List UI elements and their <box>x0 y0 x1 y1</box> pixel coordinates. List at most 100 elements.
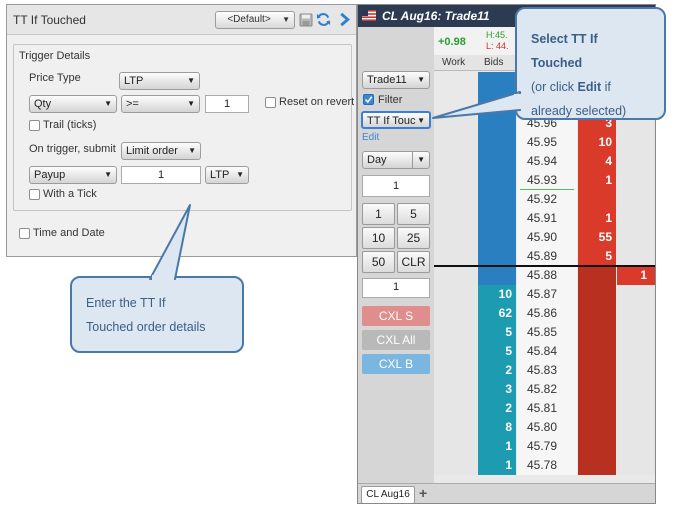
bid-cell[interactable] <box>478 209 516 228</box>
price-type-dropdown[interactable]: LTP ▼ <box>119 72 200 90</box>
qty-threshold-input[interactable]: 1 <box>205 95 249 113</box>
bid-cell[interactable] <box>478 266 516 285</box>
work-cell[interactable] <box>434 247 477 266</box>
bid-cell[interactable]: 5 <box>478 323 516 342</box>
bid-cell[interactable]: 1 <box>478 437 516 456</box>
ask-cell[interactable] <box>578 285 616 304</box>
quantity-input[interactable]: 1 <box>362 175 430 197</box>
ask-cell[interactable] <box>578 437 616 456</box>
chevron-right-icon[interactable] <box>338 12 352 27</box>
save-icon[interactable] <box>299 13 313 27</box>
bid-cell[interactable] <box>478 228 516 247</box>
work-cell[interactable] <box>434 285 477 304</box>
bid-cell[interactable]: 62 <box>478 304 516 323</box>
ladder-row: 1 45.78 <box>434 456 655 475</box>
work-cell[interactable] <box>434 209 477 228</box>
trail-checkbox[interactable] <box>29 120 40 131</box>
payup-qty-input[interactable]: 1 <box>121 166 201 184</box>
payup-dropdown[interactable]: Payup ▼ <box>29 166 117 184</box>
work-cell[interactable] <box>434 342 477 361</box>
col-header-work: Work <box>442 57 466 68</box>
payup-ref-dropdown[interactable]: LTP ▼ <box>205 166 249 184</box>
work-cell[interactable] <box>434 304 477 323</box>
ask-cell[interactable] <box>578 304 616 323</box>
work-cell[interactable] <box>434 418 477 437</box>
ask-cell[interactable] <box>578 361 616 380</box>
tif-dropdown[interactable]: Day ▼ <box>362 151 430 169</box>
last-traded-cell <box>617 285 655 304</box>
quantity-input-2[interactable]: 1 <box>362 278 430 298</box>
ask-cell[interactable] <box>578 266 616 285</box>
work-cell[interactable] <box>434 437 477 456</box>
bid-cell[interactable] <box>478 133 516 152</box>
ask-cell[interactable] <box>578 456 616 475</box>
ask-cell[interactable]: 1 <box>578 171 616 190</box>
work-cell[interactable] <box>434 266 477 285</box>
filter-checkbox[interactable] <box>363 94 374 105</box>
bid-cell[interactable]: 2 <box>478 361 516 380</box>
ask-cell[interactable] <box>578 342 616 361</box>
ask-cell[interactable] <box>578 190 616 209</box>
work-cell[interactable] <box>434 190 477 209</box>
bid-cell[interactable]: 10 <box>478 285 516 304</box>
qty-button-50[interactable]: 50 <box>362 251 395 273</box>
ask-cell[interactable]: 55 <box>578 228 616 247</box>
bid-cell[interactable] <box>478 190 516 209</box>
qty-dropdown[interactable]: Qty ▼ <box>29 95 117 113</box>
bid-cell[interactable] <box>478 114 516 133</box>
qty-button-5[interactable]: 5 <box>397 203 430 225</box>
work-cell[interactable] <box>434 323 477 342</box>
ask-cell[interactable] <box>578 323 616 342</box>
with-tick-checkbox[interactable] <box>29 189 40 200</box>
operator-dropdown[interactable]: >= ▼ <box>121 95 200 113</box>
cancel-sells-button[interactable]: CXL S <box>362 306 430 326</box>
qty-button-1[interactable]: 1 <box>362 203 395 225</box>
account-dropdown[interactable]: Trade11 ▼ <box>362 71 430 89</box>
qty-button-10[interactable]: 10 <box>362 227 395 249</box>
qty-button-25[interactable]: 25 <box>397 227 430 249</box>
last-traded-cell <box>617 399 655 418</box>
work-cell[interactable] <box>434 361 477 380</box>
on-trigger-dropdown[interactable]: Limit order ▼ <box>121 142 201 160</box>
price-type-label: Price Type <box>29 72 81 84</box>
bid-cell[interactable]: 3 <box>478 380 516 399</box>
bid-cell[interactable] <box>478 171 516 190</box>
add-tab-button[interactable]: + <box>419 485 427 501</box>
cancel-buys-button[interactable]: CXL B <box>362 354 430 374</box>
qty-clear-button[interactable]: CLR <box>397 251 430 273</box>
bid-cell[interactable]: 1 <box>478 456 516 475</box>
checkmark-icon <box>364 96 373 104</box>
work-cell[interactable] <box>434 380 477 399</box>
work-cell[interactable] <box>434 133 477 152</box>
bid-cell[interactable]: 2 <box>478 399 516 418</box>
work-cell[interactable] <box>434 399 477 418</box>
order-type-dropdown[interactable]: TT If Touc ▼ <box>361 111 431 129</box>
on-trigger-value: Limit order <box>126 145 178 157</box>
ask-cell[interactable]: 1 <box>578 209 616 228</box>
ask-cell[interactable]: 10 <box>578 133 616 152</box>
ask-cell[interactable]: 5 <box>578 247 616 266</box>
ask-cell[interactable] <box>578 399 616 418</box>
reset-on-revert-checkbox[interactable] <box>265 97 276 108</box>
refresh-icon[interactable] <box>316 12 331 27</box>
work-cell[interactable] <box>434 114 477 133</box>
bid-cell[interactable]: 8 <box>478 418 516 437</box>
chevron-down-icon: ▼ <box>412 152 425 168</box>
bid-cell[interactable]: 5 <box>478 342 516 361</box>
template-dropdown[interactable]: <Default> ▼ <box>215 11 295 29</box>
ask-cell[interactable] <box>578 380 616 399</box>
ask-cell[interactable] <box>578 418 616 437</box>
low-price: L: 44. <box>486 41 509 51</box>
work-cell[interactable] <box>434 171 477 190</box>
bid-cell[interactable] <box>478 247 516 266</box>
time-and-date-checkbox[interactable] <box>19 228 30 239</box>
work-cell[interactable] <box>434 456 477 475</box>
bid-cell[interactable] <box>478 152 516 171</box>
instrument-tab[interactable]: CL Aug16 <box>361 486 415 503</box>
ask-cell[interactable]: 4 <box>578 152 616 171</box>
work-cell[interactable] <box>434 228 477 247</box>
ladder-row: 45.88 1 <box>434 266 655 285</box>
edit-link[interactable]: Edit <box>362 132 379 143</box>
cancel-all-button[interactable]: CXL All <box>362 330 430 350</box>
work-cell[interactable] <box>434 152 477 171</box>
